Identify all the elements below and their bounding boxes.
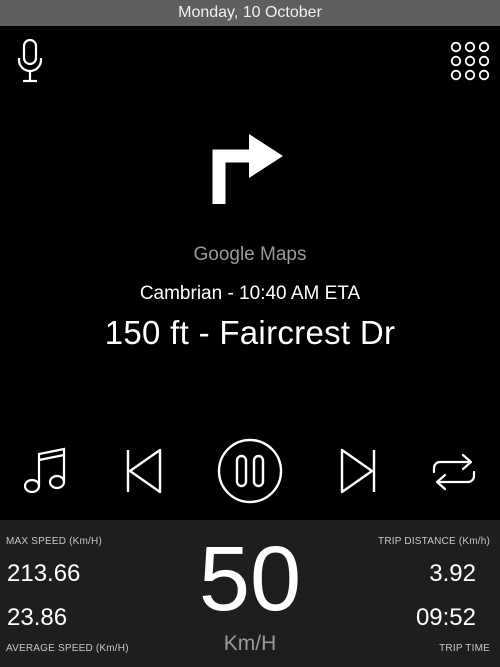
app-grid-icon[interactable] [450,41,490,81]
turn-instruction: 150 ft - Faircrest Dr [104,314,396,351]
turn-right-arrow-icon [212,134,283,204]
pause-button[interactable] [216,437,284,505]
max-speed-label: MAX SPEED (Km/H) [6,536,102,547]
current-speed: 50 [198,528,302,630]
max-speed-value: 213.66 [7,560,81,587]
navigation-app-name: Google Maps [193,244,307,265]
music-note-icon[interactable] [22,446,68,496]
status-bar: Monday, 10 October [0,0,500,26]
eta-text: Cambrian - 10:40 AM ETA [139,283,361,304]
average-speed-label: AVERAGE SPEED (Km/H) [6,643,129,654]
trip-dashboard: MAX SPEED (Km/H) 213.66 23.86 AVERAGE SP… [0,520,500,667]
average-speed-value: 23.86 [7,604,68,631]
trip-time-value: 09:52 [415,604,476,631]
repeat-icon[interactable] [430,452,478,492]
trip-time-label: TRIP TIME [439,643,490,654]
status-date: Monday, 10 October [178,4,322,21]
trip-distance-value: 3.92 [429,560,476,587]
speed-unit: Km/H [223,632,277,655]
microphone-icon[interactable] [16,38,44,84]
skip-previous-icon[interactable] [122,446,166,496]
skip-next-icon[interactable] [336,446,380,496]
trip-distance-label: TRIP DISTANCE (Km/h) [378,536,490,547]
